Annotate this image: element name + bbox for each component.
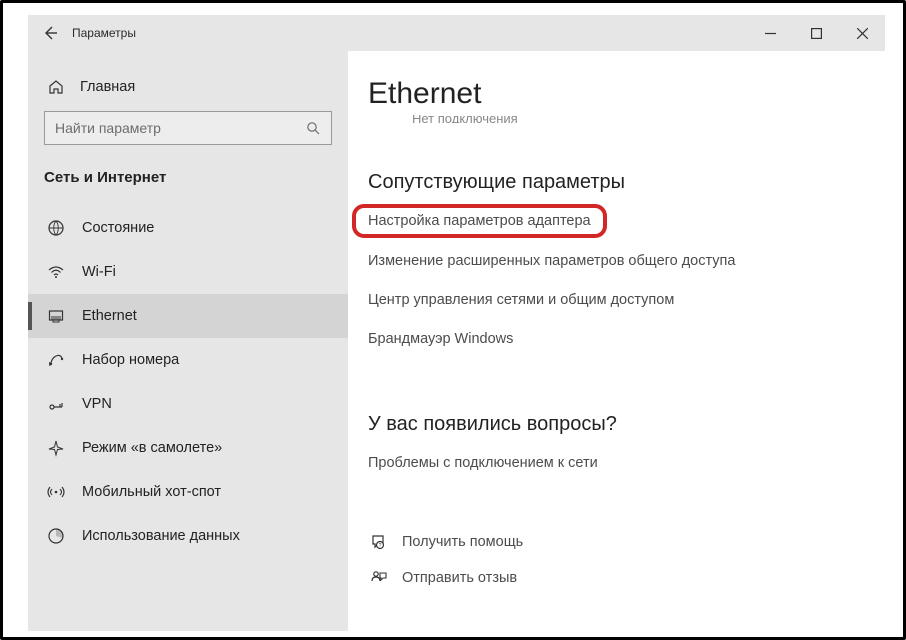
get-help-label: Получить помощь (402, 534, 523, 550)
nav-list: Состояние Wi-Fi Ethernet (28, 206, 348, 631)
section-header: Сеть и Интернет (28, 165, 348, 206)
sidebar-item-label: VPN (82, 396, 112, 412)
get-help-link[interactable]: ? Получить помощь (368, 533, 865, 551)
sidebar-item-datausage[interactable]: Использование данных (28, 514, 348, 558)
vpn-icon (44, 395, 68, 413)
connection-status-clipped: Нет подключения (412, 115, 865, 123)
search-placeholder: Найти параметр (55, 120, 161, 136)
search-icon (306, 121, 321, 136)
sidebar-item-label: Использование данных (82, 528, 240, 544)
help-section: ? Получить помощь Отправить отзыв (368, 533, 865, 587)
home-nav[interactable]: Главная (28, 71, 348, 103)
link-advanced-sharing[interactable]: Изменение расширенных параметров общего … (368, 253, 735, 269)
close-icon (857, 28, 868, 39)
link-network-troubleshoot[interactable]: Проблемы с подключением к сети (368, 455, 598, 471)
hotspot-icon (44, 483, 68, 501)
maximize-button[interactable] (793, 15, 839, 51)
settings-window: Параметры Главная Найти параметр (28, 15, 885, 631)
wifi-icon (44, 263, 68, 281)
sidebar-item-dialup[interactable]: Набор номера (28, 338, 348, 382)
arrow-left-icon (42, 25, 58, 41)
feedback-link[interactable]: Отправить отзыв (368, 569, 865, 587)
sidebar-item-vpn[interactable]: VPN (28, 382, 348, 426)
svg-text:?: ? (379, 543, 382, 549)
main-panel: Ethernet Нет подключения Сопутствующие п… (348, 51, 885, 631)
sidebar-item-ethernet[interactable]: Ethernet (28, 294, 348, 338)
questions-header: У вас появились вопросы? (368, 413, 865, 436)
airplane-icon (44, 439, 68, 457)
feedback-icon (368, 569, 390, 587)
home-label: Главная (80, 79, 135, 95)
help-icon: ? (368, 533, 390, 551)
highlight-annotation: Настройка параметров адаптера (352, 204, 607, 238)
sidebar-item-label: Ethernet (82, 308, 137, 324)
titlebar: Параметры (28, 15, 885, 51)
sidebar: Главная Найти параметр Сеть и Интернет С… (28, 51, 348, 631)
sidebar-item-wifi[interactable]: Wi-Fi (28, 250, 348, 294)
maximize-icon (811, 28, 822, 39)
dialup-icon (44, 351, 68, 369)
link-network-center[interactable]: Центр управления сетями и общим доступом (368, 292, 674, 308)
link-adapter-settings[interactable]: Настройка параметров адаптера (368, 213, 591, 229)
related-settings-header: Сопутствующие параметры (368, 171, 865, 194)
sidebar-item-label: Режим «в самолете» (82, 440, 222, 456)
sidebar-item-label: Мобильный хот-спот (82, 484, 221, 500)
sidebar-item-airplane[interactable]: Режим «в самолете» (28, 426, 348, 470)
feedback-label: Отправить отзыв (402, 570, 517, 586)
window-controls (747, 15, 885, 51)
ethernet-icon (44, 307, 68, 325)
page-title: Ethernet (368, 77, 865, 111)
sidebar-item-label: Wi-Fi (82, 264, 116, 280)
status-icon (44, 219, 68, 237)
content-area: Главная Найти параметр Сеть и Интернет С… (28, 51, 885, 631)
search-input[interactable]: Найти параметр (44, 111, 332, 145)
sidebar-item-hotspot[interactable]: Мобильный хот-спот (28, 470, 348, 514)
home-icon (44, 79, 68, 95)
sidebar-item-label: Состояние (82, 220, 154, 236)
sidebar-item-status[interactable]: Состояние (28, 206, 348, 250)
window-title: Параметры (72, 26, 136, 40)
minimize-button[interactable] (747, 15, 793, 51)
minimize-icon (765, 28, 776, 39)
datausage-icon (44, 527, 68, 545)
sidebar-item-label: Набор номера (82, 352, 179, 368)
link-firewall[interactable]: Брандмауэр Windows (368, 331, 513, 347)
back-button[interactable] (28, 15, 72, 51)
close-button[interactable] (839, 15, 885, 51)
